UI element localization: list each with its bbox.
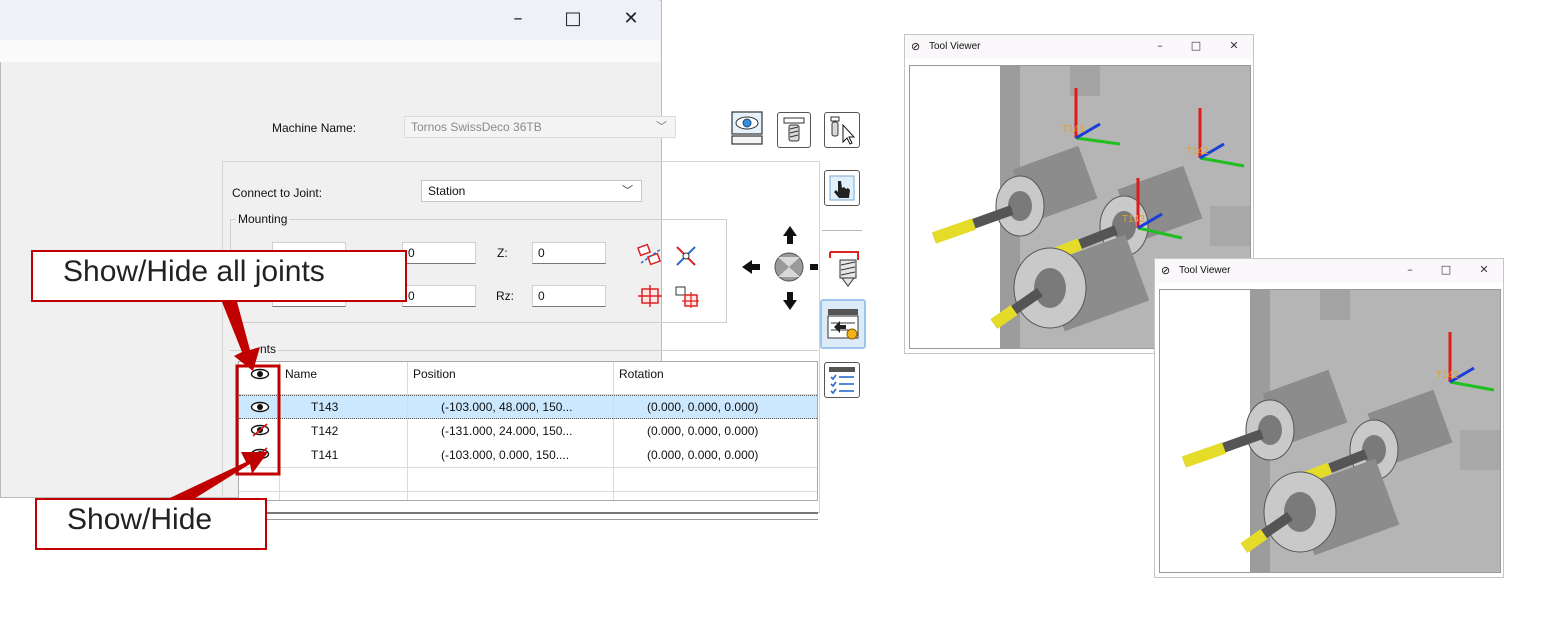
viewer-app-icon: ⊘ — [911, 41, 921, 53]
close-button[interactable]: ✕ — [1475, 263, 1493, 276]
viewer-title: Tool Viewer — [929, 41, 981, 52]
minimize-button[interactable]: – — [1401, 263, 1419, 276]
callout-show-hide-all: Show/Hide all joints — [31, 250, 407, 302]
maximize-button[interactable]: □ — [1437, 263, 1455, 276]
maximize-button[interactable]: □ — [1187, 39, 1205, 52]
callout-text: Show/Hide all joints — [63, 255, 325, 288]
viewer-title: Tool Viewer — [1179, 265, 1231, 276]
joint-label: T142 — [1186, 146, 1209, 157]
tool-model-scene: T142 — [1182, 290, 1500, 572]
joint-label: T141 — [1062, 124, 1085, 135]
viewer-app-icon: ⊘ — [1161, 265, 1171, 277]
viewer-titlebar: ⊘ Tool Viewer – □ ✕ — [1155, 259, 1503, 283]
viewer-3d-canvas[interactable]: T142 — [1159, 289, 1501, 573]
close-button[interactable]: ✕ — [1225, 39, 1243, 52]
tool-viewer-window: ⊘ Tool Viewer – □ ✕ — [1154, 258, 1504, 578]
callout-show-hide: Show/Hide — [35, 498, 267, 550]
minimize-button[interactable]: – — [1151, 39, 1169, 52]
callout-text: Show/Hide — [67, 503, 213, 536]
joint-label: T142 — [1436, 370, 1459, 381]
joint-label: T143 — [1122, 214, 1145, 225]
viewer-titlebar: ⊘ Tool Viewer – □ ✕ — [905, 35, 1253, 59]
